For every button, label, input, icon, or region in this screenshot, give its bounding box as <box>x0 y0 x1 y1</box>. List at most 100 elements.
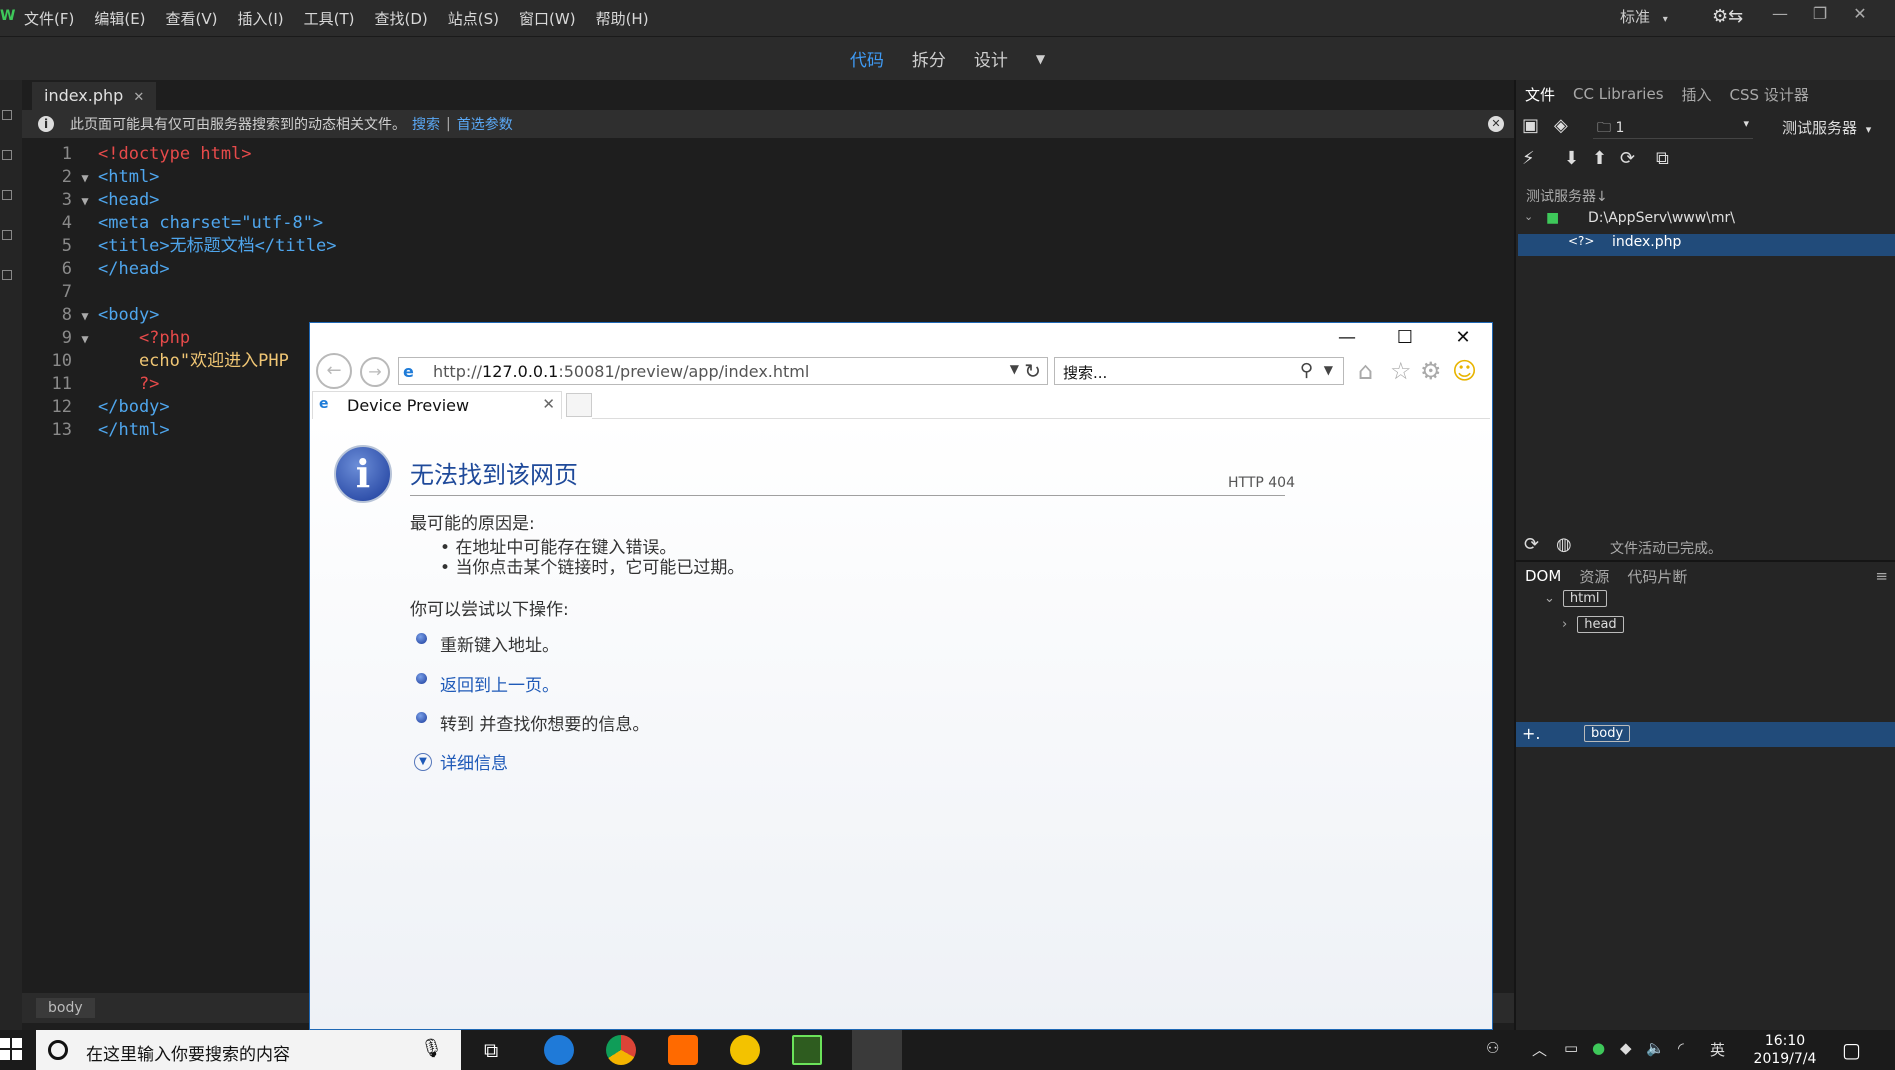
tool-icon[interactable] <box>2 270 12 280</box>
chevron-up-icon[interactable]: ︿ <box>1532 1039 1547 1060</box>
dreamweaver-icon[interactable] <box>792 1035 822 1065</box>
chrome-icon[interactable] <box>606 1035 636 1065</box>
close-icon[interactable]: ✕ <box>1434 323 1492 353</box>
tab-dom[interactable]: DOM <box>1516 567 1570 585</box>
close-tab-icon[interactable]: ✕ <box>133 90 144 105</box>
menu-file[interactable]: 文件(F) <box>14 8 84 29</box>
minimize-icon[interactable]: — <box>1318 323 1376 353</box>
tree-root-folder[interactable]: ⌄ ■ D:\AppServ\www\mr\ <box>1516 210 1895 232</box>
add-element-icon[interactable]: +. <box>1522 724 1541 743</box>
battery-icon[interactable]: ▭ <box>1564 1039 1578 1057</box>
sync-icon[interactable]: ⟳ <box>1620 148 1635 169</box>
tab-snippets[interactable]: 代码片断 <box>1618 566 1696 587</box>
connect-icon[interactable]: ▣ <box>1522 115 1539 136</box>
tab-assets[interactable]: 资源 <box>1570 566 1618 587</box>
gear-icon[interactable]: ⚙ <box>1420 357 1442 385</box>
new-tab-button[interactable] <box>566 393 592 417</box>
restore-icon[interactable]: ❐ <box>1800 0 1840 30</box>
view-split-button[interactable]: 拆分 <box>912 46 946 71</box>
put-up-arrow-icon[interactable]: ⬆ <box>1592 148 1607 169</box>
expand-details-icon[interactable]: ▼ <box>414 753 432 771</box>
menu-insert[interactable]: 插入(I) <box>228 8 294 29</box>
chevron-down-icon[interactable]: ⌄ <box>1524 210 1533 223</box>
browser-search-box[interactable]: 搜索... ⚲ ▼ <box>1054 357 1344 385</box>
home-icon[interactable]: ⌂ <box>1358 357 1373 385</box>
microphone-icon[interactable]: 🎙 <box>420 1038 443 1059</box>
caret-down-icon[interactable]: ▼ <box>1036 52 1045 66</box>
server-select[interactable]: 测试服务器 ▾ <box>1782 117 1892 138</box>
expand-icon[interactable]: ⧉ <box>1656 148 1669 169</box>
wifi-icon[interactable]: ◜ <box>1678 1039 1684 1057</box>
close-icon[interactable]: ✕ <box>1840 0 1880 30</box>
tool-icon[interactable] <box>2 230 12 240</box>
ime-indicator[interactable]: 英 <box>1710 1039 1725 1060</box>
sync-settings-icon[interactable]: ⚙⇆ <box>1712 6 1743 27</box>
tool-icon[interactable] <box>2 190 12 200</box>
menu-find[interactable]: 查找(D) <box>365 8 438 29</box>
volume-icon[interactable]: 🔈 <box>1646 1039 1665 1057</box>
browser-tab[interactable]: e Device Preview ✕ <box>312 391 562 419</box>
edge-icon[interactable] <box>544 1035 574 1065</box>
connect-plug-icon[interactable]: ⚡ <box>1522 148 1535 169</box>
maximize-icon[interactable]: ☐ <box>1376 323 1434 353</box>
mi-icon[interactable] <box>668 1035 698 1065</box>
wechat-icon[interactable]: ● <box>1592 1039 1605 1057</box>
details-link[interactable]: 详细信息 <box>440 749 508 774</box>
minimize-icon[interactable]: — <box>1760 0 1800 30</box>
app-icon[interactable] <box>730 1035 760 1065</box>
taskbar-clock[interactable]: 16:10 2019/7/4 <box>1745 1032 1825 1068</box>
menu-site[interactable]: 站点(S) <box>438 8 509 29</box>
menu-tools[interactable]: 工具(T) <box>294 8 365 29</box>
git-icon[interactable]: ◈ <box>1554 115 1568 136</box>
tool-icon[interactable] <box>2 150 12 160</box>
favorites-star-icon[interactable]: ☆ <box>1390 357 1412 385</box>
tree-file-item[interactable]: <?> index.php <box>1518 234 1895 256</box>
preferences-link[interactable]: 首选参数 <box>457 114 513 134</box>
taskbar-search-box[interactable]: 在这里输入你要搜索的内容 🎙 <box>36 1030 461 1070</box>
chevron-right-icon[interactable]: › <box>1562 617 1567 632</box>
dom-node-html[interactable]: ⌄ html <box>1544 590 1607 607</box>
workspace-layout-select[interactable]: 标准 ▾ <box>1620 6 1668 27</box>
go-back-link[interactable]: 返回到上一页。 <box>440 671 559 696</box>
ie-icon[interactable] <box>852 1030 902 1070</box>
tab-insert[interactable]: 插入 <box>1673 84 1721 105</box>
people-icon[interactable]: ⚇ <box>1486 1039 1499 1057</box>
smiley-feedback-icon[interactable]: ☺ <box>1452 357 1477 385</box>
web-settings-icon[interactable]: ◍ <box>1556 534 1572 555</box>
view-code-button[interactable]: 代码 <box>850 46 884 71</box>
refresh-icon[interactable]: ↻ <box>1024 359 1041 383</box>
task-view-icon[interactable]: ⧉ <box>484 1038 498 1062</box>
notification-icon[interactable]: ▢ <box>1842 1038 1861 1062</box>
tab-css-designer[interactable]: CSS 设计器 <box>1721 84 1818 105</box>
get-down-arrow-icon[interactable]: ⬇ <box>1564 148 1579 169</box>
menu-help[interactable]: 帮助(H) <box>586 8 659 29</box>
menu-window[interactable]: 窗口(W) <box>509 8 586 29</box>
refresh-icon[interactable]: ⟳ <box>1524 534 1539 555</box>
tab-files[interactable]: 文件 <box>1516 84 1564 105</box>
menu-view[interactable]: 查看(V) <box>156 8 228 29</box>
close-tab-icon[interactable]: ✕ <box>542 395 555 413</box>
search-icon[interactable]: ⚲ <box>1300 360 1313 381</box>
tool-icon[interactable] <box>2 110 12 120</box>
chevron-down-icon[interactable]: ▼ <box>1324 363 1333 377</box>
forward-button-icon[interactable]: → <box>360 357 390 387</box>
dom-node-head[interactable]: › head <box>1562 616 1624 633</box>
windows-start-icon[interactable] <box>0 1038 32 1062</box>
close-info-icon[interactable]: ✕ <box>1488 116 1504 132</box>
site-folder-select[interactable]: 🗀 1 ▾ <box>1593 117 1753 139</box>
dom-node-body-row[interactable]: +. body <box>1516 722 1895 747</box>
panel-menu-icon[interactable]: ≡ <box>1866 567 1895 585</box>
back-button-icon[interactable]: ← <box>316 353 352 389</box>
view-design-button[interactable]: 设计 <box>974 46 1008 71</box>
tab-cc-libraries[interactable]: CC Libraries <box>1564 85 1673 103</box>
document-tab[interactable]: index.php ✕ <box>32 82 157 110</box>
chevron-down-icon[interactable]: ⌄ <box>1544 591 1555 606</box>
qq-icon[interactable]: ◆ <box>1620 1039 1632 1057</box>
menu-edit[interactable]: 编辑(E) <box>84 8 155 29</box>
address-bar[interactable]: e http://127.0.0.1:50081/preview/app/ind… <box>398 357 1048 385</box>
search-link[interactable]: 搜索 <box>412 114 440 134</box>
code-line: 3 ▼ <head> <box>61 190 160 210</box>
action-go-to-search: 转到 并查找你想要的信息。 <box>440 715 650 735</box>
chevron-down-icon[interactable]: ▼ <box>1010 362 1019 376</box>
tag-selector-body[interactable]: body <box>36 998 95 1018</box>
